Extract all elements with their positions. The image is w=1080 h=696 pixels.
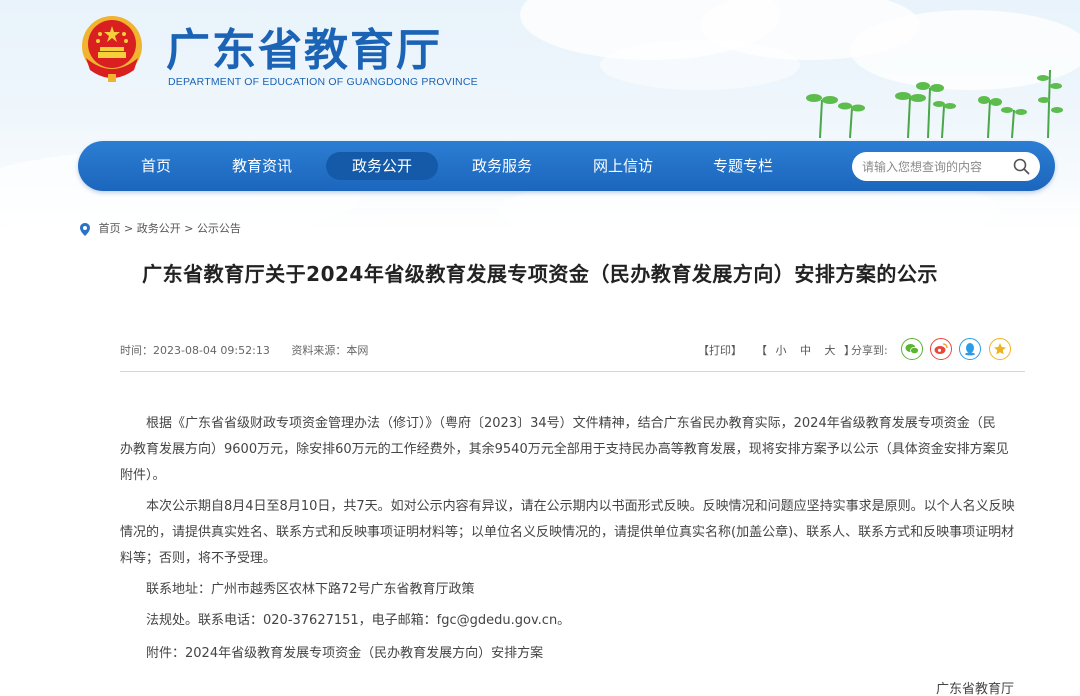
contact-info: 法规处。联系电话：020-37627151，电子邮箱：fgc@gdedu.gov… [146,613,571,628]
national-emblem-icon [82,16,142,82]
header-banner: 广东省教育厅 DEPARTMENT OF EDUCATION OF GUANGD… [0,0,1080,230]
print-button[interactable]: 【打印】 [698,342,742,358]
article-meta: 时间：2023-08-04 09:52:13 资料来源：本网 [120,342,386,358]
share-label: 分享到: [851,344,888,357]
nav-item-government-affairs[interactable]: 政务公开 [326,152,438,180]
breadcrumb-item-government-affairs[interactable]: 政务公开 [137,222,181,235]
nav-item-online-petition[interactable]: 网上信访 [583,152,663,180]
paragraph-1-line-3: 附件）。 [120,468,166,483]
signature: 广东省教育厅 [936,682,1015,696]
paragraph-2-line-2: 情况的，请提供真实姓名、联系方式和反映事项证明材料等；以单位名义反映情况的，请提… [120,525,1015,540]
site-title: 广东省教育厅 [166,25,442,76]
paragraph-1-line-1: 根据《广东省省级财政专项资金管理办法（修订）》（粤府〔2023〕34号）文件精神… [146,416,996,431]
search-box [852,152,1040,181]
search-icon[interactable] [1013,158,1030,175]
bracket-open: 【 [756,344,767,357]
breadcrumb-item-announcements[interactable]: 公示公告 [197,222,241,235]
breadcrumb-item-home[interactable]: 首页 [99,222,121,235]
breadcrumb-separator: > [184,222,194,235]
font-size-large-button[interactable]: 大 [825,344,836,357]
publish-time: 时间：2023-08-04 09:52:13 [120,344,270,357]
sprouts-decoration-icon [806,69,1063,139]
nav-item-home[interactable]: 首页 [118,152,194,180]
font-size-small-button[interactable]: 小 [776,344,787,357]
meta-divider [120,371,1025,372]
font-size-medium-button[interactable]: 中 [800,344,811,357]
search-input[interactable] [862,157,1012,176]
attachment-link[interactable]: 附件：2024年省级教育发展专项资金（民办教育发展方向）安排方案 [146,641,543,667]
weibo-icon[interactable] [930,338,952,360]
nav-item-education-news[interactable]: 教育资讯 [222,152,302,180]
nav-item-government-services[interactable]: 政务服务 [462,152,542,180]
location-pin-icon [80,222,90,236]
article-title: 广东省教育厅关于2024年省级教育发展专项资金（民办教育发展方向）安排方案的公示 [142,262,938,286]
site-subtitle: DEPARTMENT OF EDUCATION OF GUANGDONG PRO… [168,76,478,88]
qzone-icon[interactable] [989,338,1011,360]
contact-address: 联系地址：广州市越秀区农林下路72号广东省教育厅政策 [146,582,475,597]
main-nav: 首页 教育资讯 政务公开 政务服务 网上信访 专题专栏 [78,141,1055,191]
breadcrumb: 首页 > 政务公开 > 公示公告 [80,221,241,237]
nav-item-special-topics[interactable]: 专题专栏 [703,152,783,180]
paragraph-1-line-2: 办教育发展方向）9600万元，除安排60万元的工作经费外，其余9540万元全部用… [120,442,1009,457]
breadcrumb-separator: > [124,222,134,235]
wechat-icon[interactable] [901,338,923,360]
font-size-controls: 【 小 中 大 】 [756,342,855,358]
qq-icon[interactable] [959,338,981,360]
paragraph-2-line-3: 料等；否则，将不予受理。 [120,551,277,566]
article-source: 资料来源：本网 [291,344,369,357]
paragraph-2-line-1: 本次公示期自8月4日至8月10日，共7天。如对公示内容有异议，请在公示期内以书面… [146,499,1015,514]
